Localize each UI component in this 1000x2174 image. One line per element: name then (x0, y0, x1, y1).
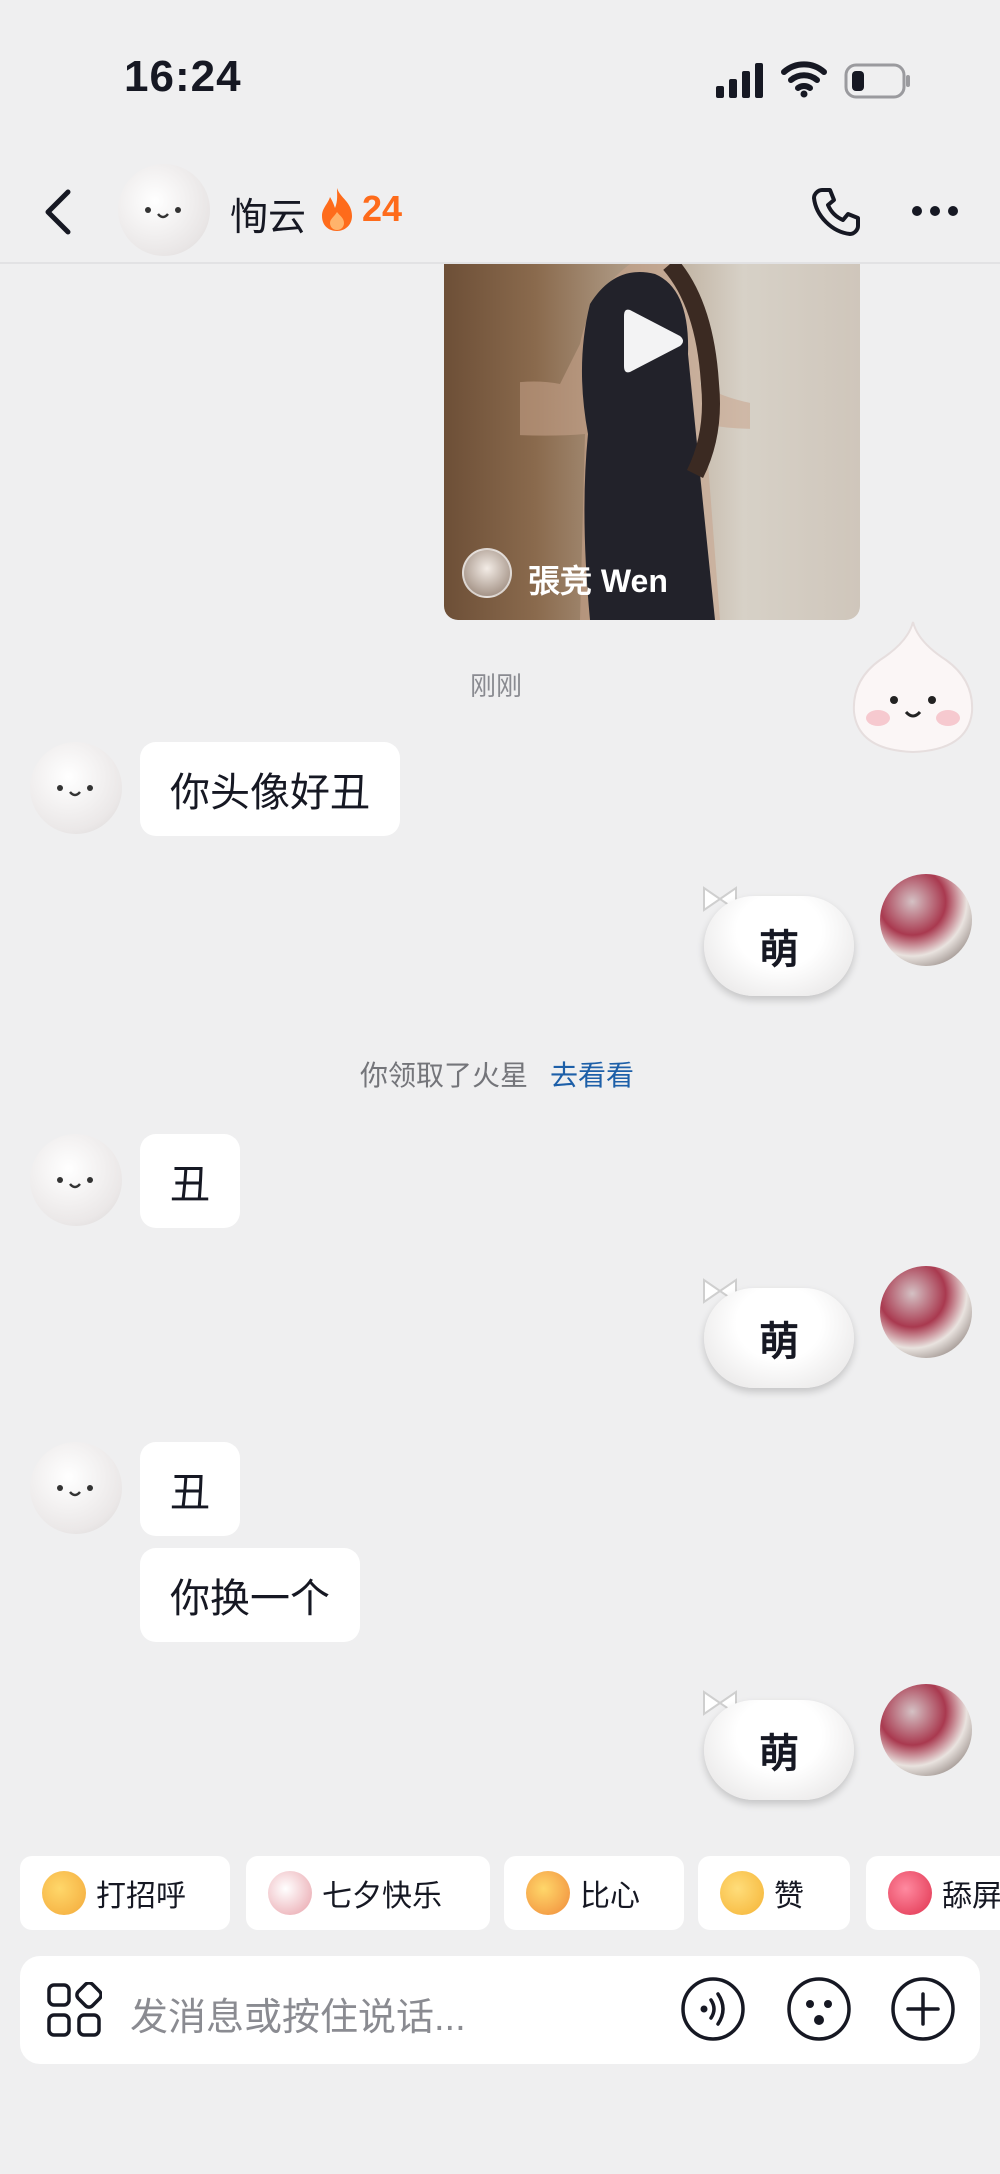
voice-input-icon[interactable] (680, 1976, 746, 2042)
quick-reply-chip[interactable]: 舔屏 (866, 1856, 1000, 1930)
play-icon[interactable] (618, 304, 688, 378)
my-avatar[interactable] (880, 874, 972, 966)
outgoing-sticker-bubble[interactable]: 萌 (704, 1700, 854, 1800)
my-avatar[interactable] (880, 1684, 972, 1776)
plus-icon[interactable] (890, 1976, 956, 2042)
my-avatar[interactable] (880, 1266, 972, 1358)
peach-mochi-sticker[interactable] (848, 616, 978, 760)
system-message: 你领取了火星 (360, 1060, 529, 1091)
apps-grid-icon[interactable] (46, 1982, 102, 2038)
system-message-link[interactable]: 去看看 (550, 1054, 634, 1094)
outgoing-sticker-bubble[interactable]: 萌 (704, 896, 854, 996)
fire-streak-icon (322, 188, 352, 231)
incoming-message-bubble[interactable]: 丑 (140, 1442, 240, 1536)
emoji-icon[interactable] (786, 1976, 852, 2042)
cellular-signal-icon (716, 63, 763, 98)
quick-reply-chip[interactable]: 七夕快乐 (246, 1856, 490, 1930)
magpie-emoji-icon (268, 1871, 312, 1915)
mochi-face-icon (145, 207, 181, 219)
quick-reply-label: 打招呼 (96, 1880, 186, 1913)
finger-heart-emoji-icon (526, 1871, 570, 1915)
message-input[interactable]: 发消息或按住说话... (130, 1986, 466, 2041)
phone-call-icon[interactable] (808, 184, 864, 240)
message-timestamp: 刚刚 (470, 671, 523, 701)
status-time: 16:24 (124, 52, 242, 101)
quick-reply-chip[interactable]: 比心 (504, 1856, 684, 1930)
battery-icon (844, 63, 910, 99)
quick-reply-label: 比心 (580, 1880, 640, 1913)
incoming-message-bubble[interactable]: 你头像好丑 (140, 742, 400, 836)
quick-reply-label: 舔屏 (942, 1880, 1000, 1913)
wifi-icon (781, 61, 827, 98)
video-author-avatar (462, 548, 512, 598)
contact-name[interactable]: 恂云 (230, 186, 306, 241)
video-author-name: 張竞 Wen (528, 563, 668, 599)
incoming-message-bubble[interactable]: 丑 (140, 1134, 240, 1228)
back-arrow-icon[interactable] (36, 184, 84, 240)
outgoing-sticker-bubble[interactable]: 萌 (704, 1288, 854, 1388)
quick-reply-chip[interactable]: 打招呼 (20, 1856, 230, 1930)
contact-avatar[interactable] (118, 164, 210, 256)
more-options-icon[interactable] (910, 204, 960, 218)
contact-message-avatar[interactable] (30, 1134, 122, 1226)
incoming-message-bubble[interactable]: 你换一个 (140, 1548, 360, 1642)
contact-message-avatar[interactable] (30, 1442, 122, 1534)
contact-message-avatar[interactable] (30, 742, 122, 834)
mochi-face-icon (57, 1177, 93, 1189)
mochi-face-icon (57, 1485, 93, 1497)
streak-count: 24 (362, 188, 403, 229)
heart-eyes-emoji-icon (888, 1871, 932, 1915)
quick-reply-label: 七夕快乐 (322, 1880, 442, 1913)
quick-reply-label: 赞 (774, 1880, 804, 1913)
thumbs-up-emoji-icon (720, 1871, 764, 1915)
mochi-face-icon (57, 785, 93, 797)
quick-reply-chip[interactable]: 赞 (698, 1856, 850, 1930)
wave-hand-emoji-icon (42, 1871, 86, 1915)
